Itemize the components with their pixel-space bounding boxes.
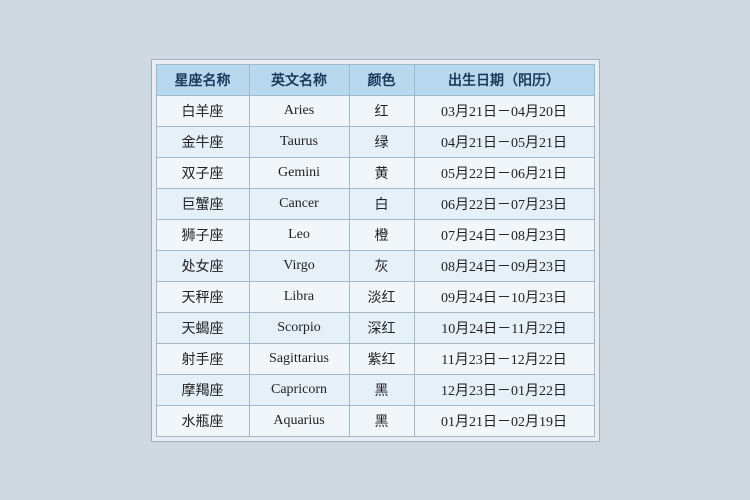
cell-color: 橙: [349, 219, 414, 250]
cell-color: 红: [349, 95, 414, 126]
cell-english: Capricorn: [249, 374, 349, 405]
cell-color: 黄: [349, 157, 414, 188]
cell-color: 黑: [349, 405, 414, 436]
table-row: 狮子座Leo橙07月24日－08月23日: [156, 219, 594, 250]
cell-english: Libra: [249, 281, 349, 312]
cell-date: 03月21日－04月20日: [414, 95, 594, 126]
zodiac-table-container: 星座名称 英文名称 颜色 出生日期（阳历） 白羊座Aries红03月21日－04…: [151, 59, 600, 442]
cell-english: Gemini: [249, 157, 349, 188]
cell-english: Taurus: [249, 126, 349, 157]
cell-date: 11月23日－12月22日: [414, 343, 594, 374]
cell-chinese: 巨蟹座: [156, 188, 249, 219]
cell-date: 12月23日－01月22日: [414, 374, 594, 405]
cell-english: Scorpio: [249, 312, 349, 343]
cell-date: 07月24日－08月23日: [414, 219, 594, 250]
cell-chinese: 白羊座: [156, 95, 249, 126]
cell-english: Cancer: [249, 188, 349, 219]
cell-color: 黑: [349, 374, 414, 405]
cell-date: 08月24日－09月23日: [414, 250, 594, 281]
cell-chinese: 狮子座: [156, 219, 249, 250]
header-date: 出生日期（阳历）: [414, 64, 594, 95]
cell-date: 09月24日－10月23日: [414, 281, 594, 312]
table-row: 金牛座Taurus绿04月21日－05月21日: [156, 126, 594, 157]
table-row: 处女座Virgo灰08月24日－09月23日: [156, 250, 594, 281]
cell-color: 淡红: [349, 281, 414, 312]
cell-chinese: 射手座: [156, 343, 249, 374]
header-chinese: 星座名称: [156, 64, 249, 95]
cell-chinese: 天秤座: [156, 281, 249, 312]
cell-chinese: 天蝎座: [156, 312, 249, 343]
table-row: 巨蟹座Cancer白06月22日－07月23日: [156, 188, 594, 219]
table-row: 射手座Sagittarius紫红11月23日－12月22日: [156, 343, 594, 374]
cell-color: 深红: [349, 312, 414, 343]
cell-english: Aquarius: [249, 405, 349, 436]
cell-chinese: 双子座: [156, 157, 249, 188]
table-row: 天秤座Libra淡红09月24日－10月23日: [156, 281, 594, 312]
header-english: 英文名称: [249, 64, 349, 95]
cell-date: 04月21日－05月21日: [414, 126, 594, 157]
table-row: 双子座Gemini黄05月22日－06月21日: [156, 157, 594, 188]
zodiac-table: 星座名称 英文名称 颜色 出生日期（阳历） 白羊座Aries红03月21日－04…: [156, 64, 595, 437]
cell-date: 05月22日－06月21日: [414, 157, 594, 188]
header-color: 颜色: [349, 64, 414, 95]
cell-chinese: 金牛座: [156, 126, 249, 157]
cell-english: Sagittarius: [249, 343, 349, 374]
cell-date: 10月24日－11月22日: [414, 312, 594, 343]
cell-english: Aries: [249, 95, 349, 126]
cell-english: Leo: [249, 219, 349, 250]
cell-color: 白: [349, 188, 414, 219]
table-row: 摩羯座Capricorn黑12月23日－01月22日: [156, 374, 594, 405]
cell-color: 绿: [349, 126, 414, 157]
table-header-row: 星座名称 英文名称 颜色 出生日期（阳历）: [156, 64, 594, 95]
cell-chinese: 摩羯座: [156, 374, 249, 405]
table-row: 水瓶座Aquarius黑01月21日－02月19日: [156, 405, 594, 436]
cell-english: Virgo: [249, 250, 349, 281]
cell-chinese: 水瓶座: [156, 405, 249, 436]
table-row: 天蝎座Scorpio深红10月24日－11月22日: [156, 312, 594, 343]
cell-color: 灰: [349, 250, 414, 281]
cell-chinese: 处女座: [156, 250, 249, 281]
table-row: 白羊座Aries红03月21日－04月20日: [156, 95, 594, 126]
cell-date: 01月21日－02月19日: [414, 405, 594, 436]
cell-color: 紫红: [349, 343, 414, 374]
cell-date: 06月22日－07月23日: [414, 188, 594, 219]
